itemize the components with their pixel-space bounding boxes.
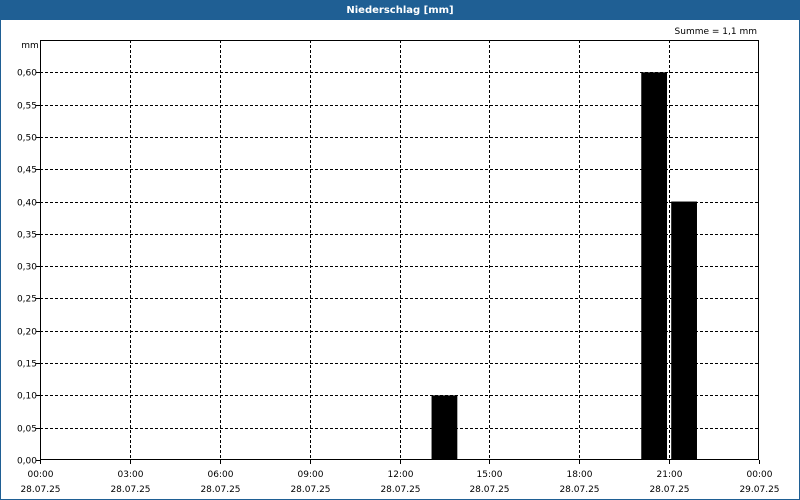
y-tick-label: 0,55	[17, 102, 37, 112]
x-tick-date-label: 28.07.25	[469, 485, 509, 495]
y-tick-label: 0,05	[17, 425, 37, 435]
y-tick-label: 0,25	[17, 295, 37, 305]
x-tick-time-label: 21:00	[657, 470, 683, 480]
x-tick-time-label: 03:00	[118, 470, 144, 480]
x-tick-time-label: 09:00	[298, 470, 324, 480]
y-tick-label: 0,50	[17, 134, 37, 144]
precipitation-chart: mm Summe = 1,1 mm 0,00 0,05 0,10 0,15 0,20 0,…	[17, 27, 780, 495]
y-tick-label: 0,15	[17, 360, 37, 370]
x-tick-date-label: 28.07.25	[559, 485, 599, 495]
x-tick-time-label: 06:00	[208, 470, 234, 480]
y-tick-label: 0,20	[17, 328, 37, 338]
y-tick-label: 0,40	[17, 199, 37, 209]
x-tick-date-label: 28.07.25	[110, 485, 150, 495]
y-tick-label: 0,30	[17, 263, 37, 273]
y-tick-label: 0,35	[17, 231, 37, 241]
x-tick-date-label: 28.07.25	[290, 485, 330, 495]
precipitation-bar	[431, 395, 458, 460]
x-tick-time-label: 12:00	[388, 470, 414, 480]
x-tick-date-label: 28.07.25	[380, 485, 420, 495]
x-tick-date-label: 28.07.25	[200, 485, 240, 495]
x-tick-date-label: 28.07.25	[649, 485, 689, 495]
y-tick-label: 0,60	[17, 69, 37, 79]
y-axis-label: mm	[21, 41, 39, 51]
x-tick-time-label: 00:00	[747, 470, 773, 480]
y-tick-label: 0,45	[17, 166, 37, 176]
precipitation-bar	[641, 72, 668, 461]
sum-annotation: Summe = 1,1 mm	[675, 27, 757, 37]
y-tick-label: 0,00	[17, 457, 37, 467]
x-tick-time-label: 15:00	[477, 470, 503, 480]
x-tick-time-label: 18:00	[567, 470, 593, 480]
x-tick-date-label: 29.07.25	[739, 485, 779, 495]
x-tick-date-label: 28.07.25	[20, 485, 60, 495]
x-tick-time-label: 00:00	[28, 470, 54, 480]
y-tick-label: 0,10	[17, 392, 37, 402]
precipitation-bar	[671, 201, 697, 461]
